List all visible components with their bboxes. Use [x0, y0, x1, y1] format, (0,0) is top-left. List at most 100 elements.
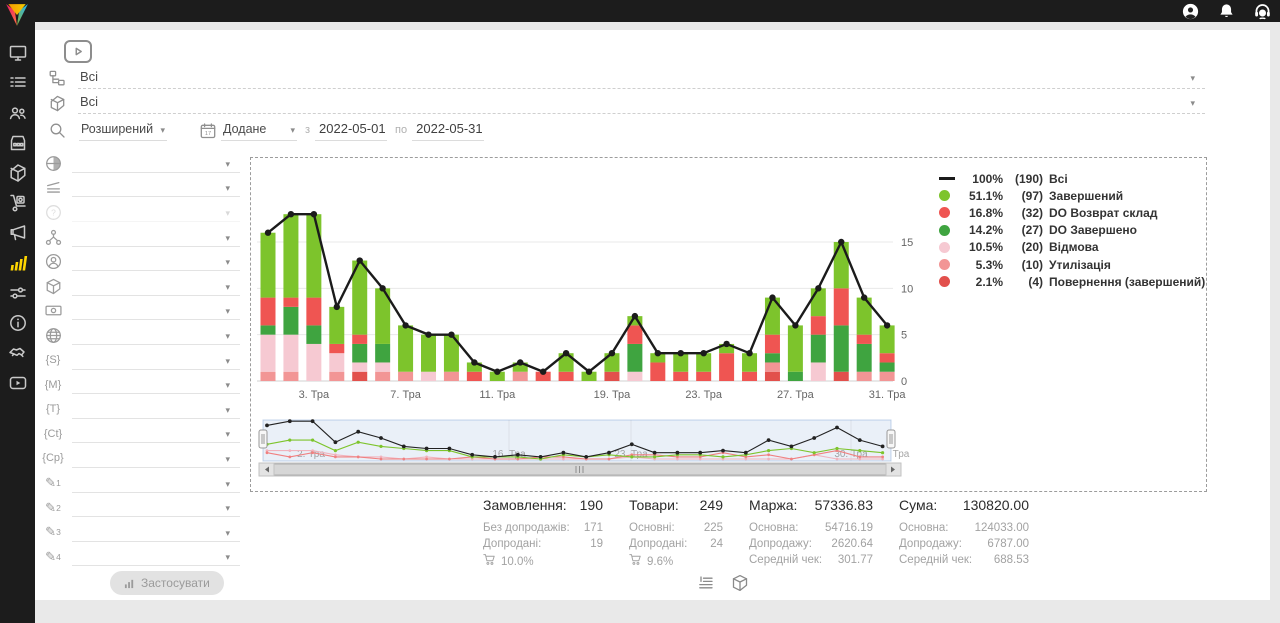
bar-segment[interactable]	[283, 307, 298, 335]
bar-segment[interactable]	[261, 298, 276, 326]
bar-segment[interactable]	[352, 335, 367, 344]
bar-segment[interactable]	[650, 362, 665, 381]
sidebar-item-store[interactable]	[0, 128, 35, 158]
products-cube-icon[interactable]	[731, 574, 749, 592]
data-point[interactable]	[288, 211, 294, 217]
filter-select-15[interactable]	[72, 523, 240, 542]
bar-segment[interactable]	[857, 335, 872, 344]
bar-segment[interactable]	[811, 316, 826, 335]
summary-list-icon[interactable]	[697, 574, 715, 592]
data-point[interactable]	[609, 350, 615, 356]
filter-select-8[interactable]	[72, 351, 240, 370]
navigator-handle-right[interactable]	[887, 430, 895, 448]
bar-segment[interactable]	[306, 344, 321, 381]
bar-segment[interactable]	[329, 344, 344, 353]
data-point[interactable]	[540, 369, 546, 375]
bar-segment[interactable]	[421, 372, 436, 381]
bar-segment[interactable]	[880, 372, 895, 381]
data-point[interactable]	[425, 331, 431, 337]
bar-segment[interactable]	[742, 372, 757, 381]
bar-segment[interactable]	[283, 335, 298, 372]
bar-segment[interactable]	[719, 353, 734, 381]
legend-item[interactable]: 14.2%(27)DO Завершено	[939, 222, 1201, 239]
apply-button[interactable]: Застосувати	[110, 571, 224, 595]
bar-segment[interactable]	[627, 325, 642, 344]
sidebar-item-customers[interactable]	[0, 98, 35, 128]
bar-segment[interactable]	[788, 325, 803, 371]
bar-segment[interactable]	[834, 372, 849, 381]
bar-segment[interactable]	[788, 372, 803, 381]
data-point[interactable]	[700, 350, 706, 356]
data-point[interactable]	[792, 322, 798, 328]
sidebar-item-orders[interactable]	[0, 68, 35, 98]
bar-segment[interactable]	[696, 372, 711, 381]
bar-segment[interactable]	[857, 372, 872, 381]
bar-segment[interactable]	[673, 372, 688, 381]
search-mode-select[interactable]: Розширений	[79, 118, 167, 141]
bar-segment[interactable]	[811, 362, 826, 381]
filter-select-10[interactable]	[72, 400, 240, 419]
bar-segment[interactable]	[834, 325, 849, 371]
bar-segment[interactable]	[834, 288, 849, 325]
legend-item[interactable]: 16.8%(32)DO Возврат склад	[939, 204, 1201, 221]
sidebar-item-dashboard[interactable]	[0, 38, 35, 68]
filter-select-12[interactable]	[72, 449, 240, 468]
bar-segment[interactable]	[375, 344, 390, 363]
bar-segment[interactable]	[559, 372, 574, 381]
data-point[interactable]	[815, 285, 821, 291]
bar-segment[interactable]	[306, 325, 321, 344]
bar-segment[interactable]	[352, 344, 367, 363]
bar-segment[interactable]	[467, 372, 482, 381]
data-point[interactable]	[632, 313, 638, 319]
filter-select-7[interactable]	[72, 326, 240, 345]
bar-segment[interactable]	[306, 298, 321, 326]
support-headset-icon[interactable]	[1253, 2, 1272, 21]
bar-segment[interactable]	[283, 372, 298, 381]
data-point[interactable]	[357, 257, 363, 263]
bar-segment[interactable]	[261, 233, 276, 298]
bar-segment[interactable]	[834, 242, 849, 288]
data-point[interactable]	[265, 230, 271, 236]
filter-select-1[interactable]	[72, 178, 240, 197]
filter-select-4[interactable]	[72, 252, 240, 271]
sidebar-item-video[interactable]	[0, 368, 35, 398]
bar-segment[interactable]	[261, 335, 276, 372]
bar-segment[interactable]	[811, 335, 826, 363]
bar-segment[interactable]	[329, 353, 344, 372]
bar-segment[interactable]	[261, 372, 276, 381]
bar-segment[interactable]	[765, 353, 780, 362]
product-select[interactable]: Всі	[78, 91, 1205, 114]
bar-segment[interactable]	[398, 372, 413, 381]
sidebar-item-settings[interactable]	[0, 278, 35, 308]
data-point[interactable]	[746, 350, 752, 356]
data-point[interactable]	[517, 359, 523, 365]
bar-segment[interactable]	[398, 325, 413, 371]
bar-segment[interactable]	[261, 325, 276, 334]
data-point[interactable]	[861, 294, 867, 300]
bar-segment[interactable]	[306, 214, 321, 297]
data-point[interactable]	[402, 322, 408, 328]
data-point[interactable]	[379, 285, 385, 291]
run-report-button[interactable]	[64, 40, 92, 63]
data-point[interactable]	[494, 369, 500, 375]
filter-select-16[interactable]	[72, 547, 240, 566]
bar-segment[interactable]	[329, 372, 344, 381]
legend-item[interactable]: 10.5%(20)Відмова	[939, 239, 1201, 256]
data-point[interactable]	[769, 294, 775, 300]
bar-segment[interactable]	[765, 372, 780, 381]
date-field-select[interactable]: Додане	[221, 118, 297, 141]
data-point[interactable]	[448, 331, 454, 337]
bar-segment[interactable]	[811, 288, 826, 316]
bar-segment[interactable]	[765, 362, 780, 371]
scrollbar-left-arrow[interactable]	[259, 463, 274, 476]
bar-segment[interactable]	[283, 298, 298, 307]
data-point[interactable]	[586, 369, 592, 375]
user-account-icon[interactable]	[1181, 2, 1200, 21]
filter-select-9[interactable]	[72, 375, 240, 394]
date-from-input[interactable]: 2022-05-01	[315, 118, 387, 141]
data-point[interactable]	[838, 239, 844, 245]
data-point[interactable]	[678, 350, 684, 356]
sidebar-item-partners[interactable]	[0, 338, 35, 368]
filter-select-0[interactable]	[72, 154, 240, 173]
data-point[interactable]	[334, 304, 340, 310]
